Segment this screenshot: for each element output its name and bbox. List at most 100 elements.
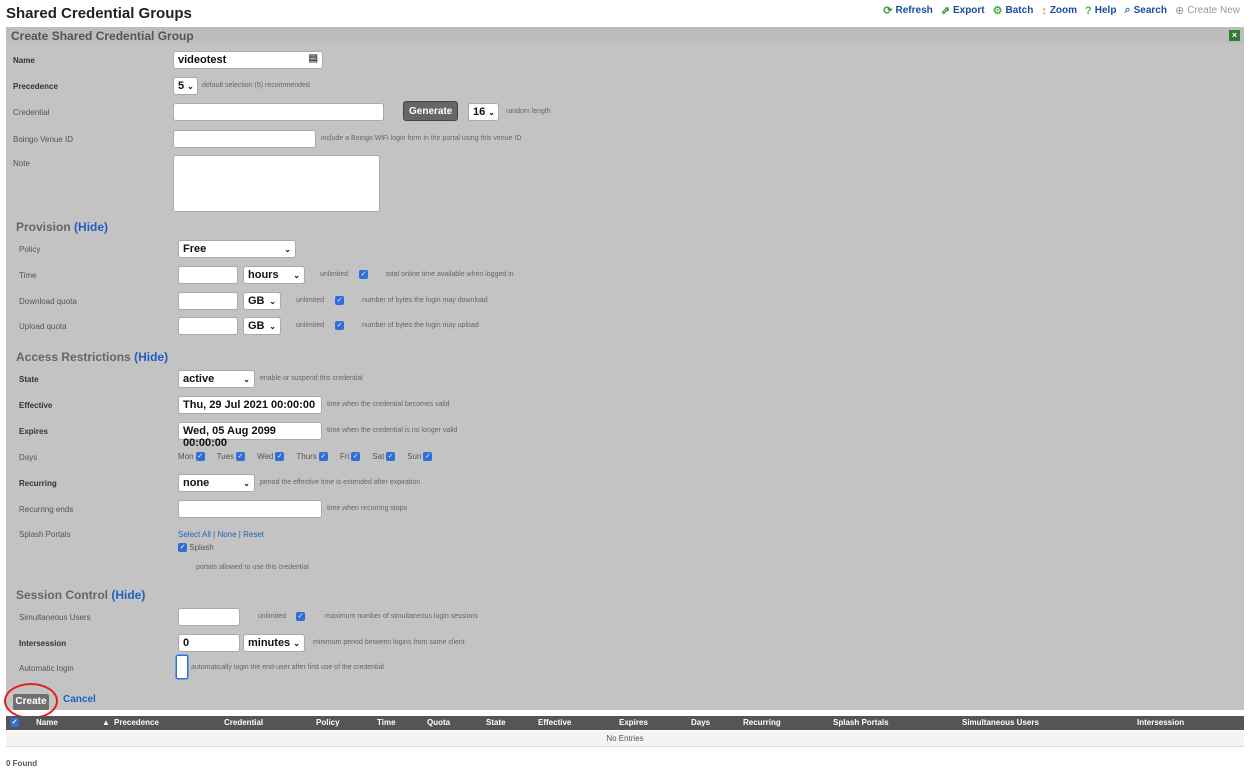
effective-label: Effective [19, 401, 53, 410]
refresh-icon: ⟳ [883, 5, 893, 17]
create-new-button[interactable]: ⊕ Create New [1175, 4, 1240, 17]
note-textarea[interactable] [173, 155, 380, 212]
sim-hint: maximum number of simultaneous login ses… [325, 613, 478, 620]
precedence-select[interactable]: 5 ⌄ [173, 77, 198, 95]
col-simultaneous-users[interactable]: Simultaneous Users [962, 718, 1039, 727]
col-policy[interactable]: Policy [316, 718, 340, 727]
none-link[interactable]: None [217, 530, 236, 539]
access-hide-link[interactable]: (Hide) [134, 350, 168, 364]
boingo-label: Boingo Venue ID [13, 135, 74, 144]
download-label: Download quota [19, 297, 77, 306]
effective-hint: time when the credential becomes valid [327, 401, 450, 408]
col-recurring[interactable]: Recurring [743, 718, 781, 727]
precedence-label: Precedence [13, 82, 58, 91]
col-expires[interactable]: Expires [619, 718, 648, 727]
search-button[interactable]: ⌕ Search [1124, 4, 1167, 17]
splash-portal-item[interactable]: ✓ Splash [178, 543, 214, 553]
day-mon[interactable]: Mon ✓ [178, 452, 205, 461]
splash-portals-label: Splash Portals [19, 530, 71, 539]
policy-label: Policy [19, 245, 41, 254]
generate-button[interactable]: Generate [403, 101, 459, 121]
help-icon: ? [1085, 4, 1092, 17]
day-fri[interactable]: Fri ✓ [340, 452, 361, 461]
provision-hide-link[interactable]: (Hide) [74, 220, 108, 234]
simultaneous-users-input[interactable] [178, 608, 240, 626]
day-wed[interactable]: Wed ✓ [257, 452, 285, 461]
credential-label: Credential [13, 108, 50, 117]
time-unit-select[interactable]: hours ⌄ [243, 266, 305, 284]
day-sat[interactable]: Sat ✓ [372, 452, 396, 461]
chevron-down-icon: ⌄ [293, 638, 300, 648]
chevron-down-icon: ⌄ [269, 296, 276, 306]
policy-select[interactable]: Free ⌄ [178, 240, 296, 258]
credential-input[interactable] [173, 103, 384, 121]
effective-input[interactable]: Thu, 29 Jul 2021 00:00:00 [178, 396, 322, 414]
time-unlimited-label: unlimited [320, 271, 349, 278]
recurring-ends-input[interactable] [178, 500, 322, 518]
col-credential[interactable]: Credential [224, 718, 263, 727]
cancel-link[interactable]: Cancel [63, 694, 96, 705]
col-name[interactable]: Name [36, 718, 58, 727]
recurring-select[interactable]: none ⌄ [178, 474, 255, 492]
precedence-hint: default selection (5) recommended [202, 82, 310, 89]
zoom-button[interactable]: ↕ Zoom [1041, 4, 1077, 17]
col-precedence[interactable]: Precedence [114, 718, 159, 727]
intersession-input[interactable]: 0 [178, 634, 240, 652]
download-unlimited-checkbox[interactable]: ✓ [335, 296, 344, 305]
day-tues[interactable]: Tues ✓ [217, 452, 246, 461]
col-state[interactable]: State [486, 718, 506, 727]
name-input[interactable]: videotest ▤ [173, 51, 323, 69]
download-input[interactable] [178, 292, 238, 310]
day-tues-checkbox[interactable]: ✓ [236, 452, 246, 461]
download-unlimited-label: unlimited [296, 297, 325, 304]
day-sun-checkbox[interactable]: ✓ [423, 452, 433, 461]
search-icon: ⌕ [1124, 4, 1131, 16]
access-section-title: Access Restrictions (Hide) [16, 350, 169, 364]
select-all-link[interactable]: Select All [178, 530, 211, 539]
time-unlimited-checkbox[interactable]: ✓ [359, 270, 368, 279]
recurring-hint: period the effective time is extended af… [260, 479, 421, 486]
day-sat-checkbox[interactable]: ✓ [386, 452, 396, 461]
col-days[interactable]: Days [691, 718, 710, 727]
automatic-login-checkbox[interactable] [176, 655, 188, 679]
export-button[interactable]: ⇗ Export [941, 4, 985, 17]
intersession-unit-select[interactable]: minutes ⌄ [243, 634, 305, 652]
length-hint: random length [506, 108, 551, 115]
found-count: 0 Found [6, 759, 38, 768]
note-label: Note [13, 159, 30, 168]
download-unit-select[interactable]: GB ⌄ [243, 292, 281, 310]
upload-input[interactable] [178, 317, 238, 335]
splash-portals-links: Select All | None | Reset [178, 530, 264, 539]
col-time[interactable]: Time [377, 718, 396, 727]
day-sun[interactable]: Sun ✓ [407, 452, 433, 461]
expires-label: Expires [19, 427, 48, 436]
day-wed-checkbox[interactable]: ✓ [275, 452, 285, 461]
batch-button[interactable]: ⚙ Batch [993, 4, 1034, 17]
boingo-input[interactable] [173, 130, 316, 148]
refresh-button[interactable]: ⟳ Refresh [883, 4, 932, 17]
help-button[interactable]: ? Help [1085, 4, 1116, 17]
day-fri-checkbox[interactable]: ✓ [351, 452, 361, 461]
splash-checkbox[interactable]: ✓ [178, 543, 187, 553]
expires-input[interactable]: Wed, 05 Aug 2099 00:00:00 [178, 422, 322, 449]
day-mon-checkbox[interactable]: ✓ [195, 452, 205, 461]
chevron-down-icon: ⌄ [488, 107, 495, 117]
length-select[interactable]: 16 ⌄ [468, 103, 499, 121]
sim-unlimited-checkbox[interactable]: ✓ [296, 612, 305, 621]
col-intersession[interactable]: Intersession [1137, 718, 1184, 727]
col-splash-portals[interactable]: Splash Portals [833, 718, 889, 727]
close-icon[interactable]: × [1229, 30, 1240, 41]
col-effective[interactable]: Effective [538, 718, 571, 727]
day-thurs-checkbox[interactable]: ✓ [318, 452, 328, 461]
day-thurs[interactable]: Thurs ✓ [296, 452, 328, 461]
reset-link[interactable]: Reset [243, 530, 264, 539]
upload-unlimited-checkbox[interactable]: ✓ [335, 321, 344, 330]
contact-card-icon: ▤ [308, 53, 318, 64]
time-input[interactable] [178, 266, 238, 284]
col-quota[interactable]: Quota [427, 718, 450, 727]
session-section-title: Session Control (Hide) [16, 588, 146, 602]
session-hide-link[interactable]: (Hide) [111, 588, 145, 602]
select-all-rows-checkbox[interactable]: ✓ [10, 718, 19, 727]
state-select[interactable]: active ⌄ [178, 370, 255, 388]
upload-unit-select[interactable]: GB ⌄ [243, 317, 281, 335]
